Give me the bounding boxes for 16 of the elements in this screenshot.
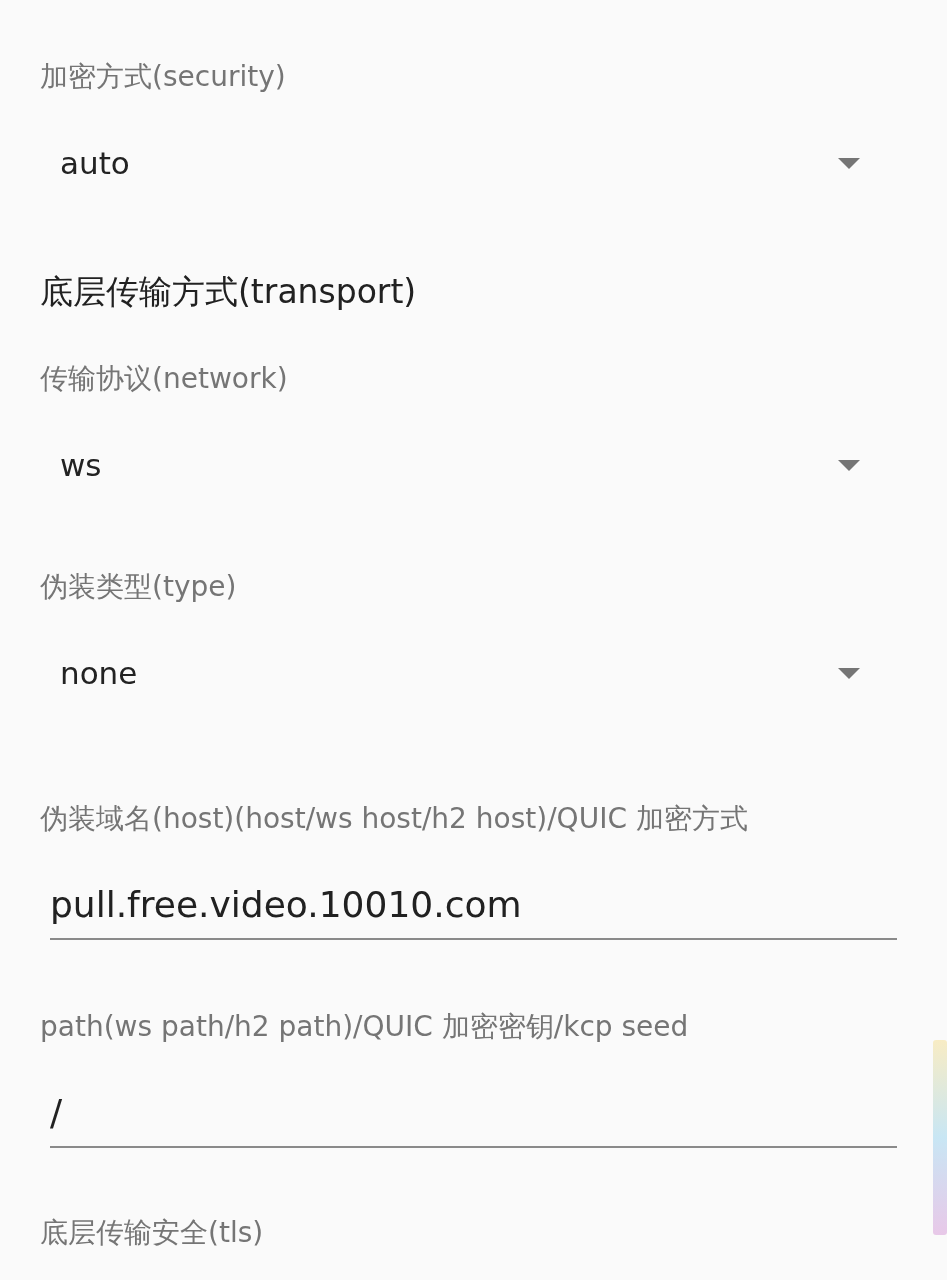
field-label: path(ws path/h2 path)/QUIC 加密密钥/kcp seed: [40, 1009, 689, 1045]
dropdown-arrow-icon: [838, 157, 860, 169]
field-label: 传输协议(network): [40, 361, 288, 397]
scrollbar-thumb[interactable]: [933, 1040, 947, 1235]
field-label: 伪装域名(host)(host/ws host/h2 host)/QUIC 加密方式: [40, 801, 748, 837]
input-field[interactable]: /: [50, 1054, 897, 1148]
section-header: 底层传输方式(transport): [40, 271, 417, 313]
dropdown[interactable]: none: [40, 614, 860, 732]
dropdown-arrow-icon: [838, 459, 860, 471]
input-field[interactable]: pull.free.video.10010.com: [50, 846, 897, 940]
field-label: 底层传输安全(tls): [40, 1215, 264, 1251]
field-label: 加密方式(security): [40, 59, 286, 95]
dropdown[interactable]: auto: [40, 104, 860, 222]
dropdown[interactable]: ws: [40, 406, 860, 524]
field-label: 伪装类型(type): [40, 569, 237, 605]
dropdown-arrow-icon: [838, 667, 860, 679]
